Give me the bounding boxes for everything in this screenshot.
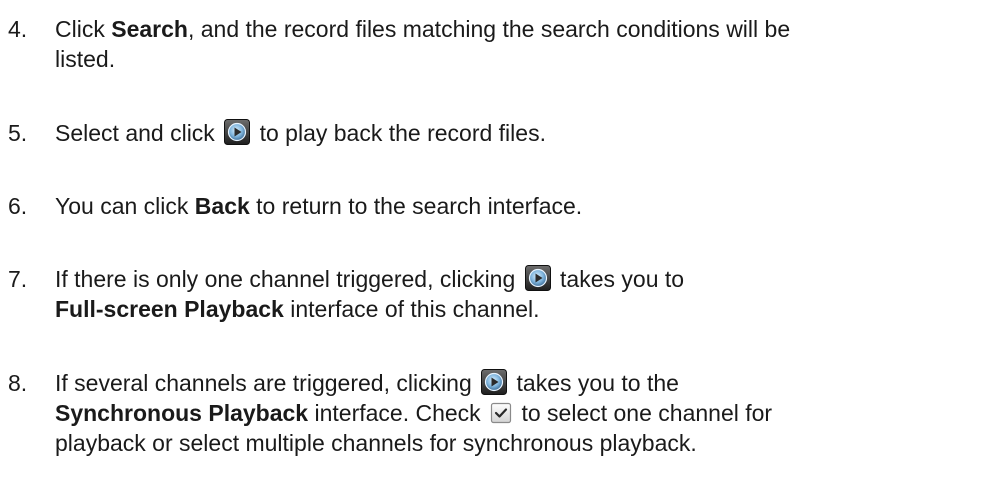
step-number: 8.: [8, 370, 28, 396]
step-text: Select and click to play back the record…: [55, 118, 998, 148]
step-text: If several channels are triggered, click…: [55, 368, 998, 458]
step-line: If several channels are triggered, click…: [55, 368, 998, 398]
instruction-document: 4. Click Search, and the record files ma…: [0, 0, 1007, 477]
ui-term-back: Back: [194, 193, 250, 219]
step-text: If there is only one channel triggered, …: [55, 264, 998, 324]
step-text: Click Search, and the record files match…: [55, 14, 998, 74]
step-number: 6.: [8, 193, 28, 219]
text-run: If several channels are triggered, click…: [55, 370, 472, 396]
step-number: 4.: [8, 16, 28, 42]
step-line: Select and click to play back the record…: [55, 118, 998, 148]
text-run: to return to the search interface.: [249, 193, 583, 219]
step-line: You can click Back to return to the sear…: [55, 191, 998, 221]
ui-term-full-screen-playback: Full-screen Playback: [55, 296, 284, 322]
step-line: Full-screen Playback interface of this c…: [55, 294, 998, 324]
step-5: 5. Select and click to play back the rec…: [8, 118, 998, 148]
checkbox-checked-icon: [490, 402, 512, 424]
step-4: 4. Click Search, and the record files ma…: [8, 14, 998, 74]
step-line: playback or select multiple channels for…: [55, 430, 697, 456]
text-run: If there is only one channel triggered, …: [55, 266, 516, 292]
play-icon: [481, 369, 508, 395]
step-line: Synchronous Playback interface. Check to…: [55, 398, 998, 428]
text-run: Click: [55, 16, 112, 42]
step-number: 7.: [8, 266, 28, 292]
text-run: Select and click: [55, 120, 215, 146]
step-line: Click Search, and the record files match…: [55, 14, 998, 44]
text-run: to play back the record files.: [259, 120, 546, 146]
step-text: You can click Back to return to the sear…: [55, 191, 998, 221]
text-run: You can click: [55, 193, 195, 219]
text-run: takes you to: [560, 266, 685, 292]
text-run: to select one channel for: [521, 400, 773, 426]
step-line: listed.: [55, 46, 116, 72]
text-run: , and the record files matching the sear…: [187, 16, 791, 42]
step-7: 7. If there is only one channel triggere…: [8, 264, 998, 324]
play-icon: [224, 119, 251, 145]
text-run: takes you to the: [516, 370, 679, 396]
ui-term-search: Search: [111, 16, 188, 42]
play-icon: [524, 265, 551, 291]
step-8: 8. If several channels are triggered, cl…: [8, 368, 998, 458]
text-run: interface. Check: [308, 400, 481, 426]
text-run: interface of this channel.: [283, 296, 540, 322]
ui-term-synchronous-playback: Synchronous Playback: [55, 400, 309, 426]
step-number: 5.: [8, 120, 28, 146]
step-line: If there is only one channel triggered, …: [55, 264, 998, 294]
step-6: 6. You can click Back to return to the s…: [8, 191, 998, 221]
